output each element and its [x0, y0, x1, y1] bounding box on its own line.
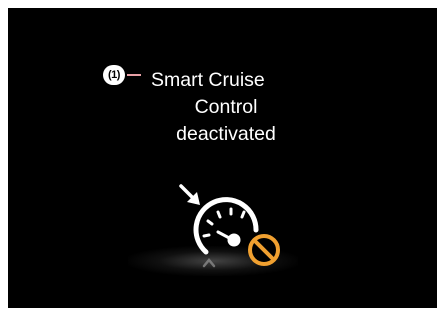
prohibit-icon: [248, 234, 280, 266]
callout-marker: (1): [103, 65, 141, 85]
gauge-ticks: [202, 207, 246, 238]
smart-cruise-control-off-icon: [168, 178, 288, 278]
message-line-3: deactivated: [176, 123, 276, 145]
message-line-2: Control: [194, 96, 258, 118]
callout-leader-line: [127, 74, 141, 76]
arrow-icon: [179, 184, 200, 205]
cruise-gauge-icon: [179, 184, 280, 268]
reflection-mark: [202, 258, 216, 268]
gauge-arc: [193, 197, 259, 255]
message-line-1: Smart Cruise: [151, 69, 265, 91]
warning-message: Smart Cruise Control deactivated: [146, 67, 306, 148]
callout-number-badge: (1): [103, 65, 125, 85]
gauge-hub: [227, 233, 241, 247]
cluster-display: (1) Smart Cruise Control deactivated: [8, 8, 437, 308]
